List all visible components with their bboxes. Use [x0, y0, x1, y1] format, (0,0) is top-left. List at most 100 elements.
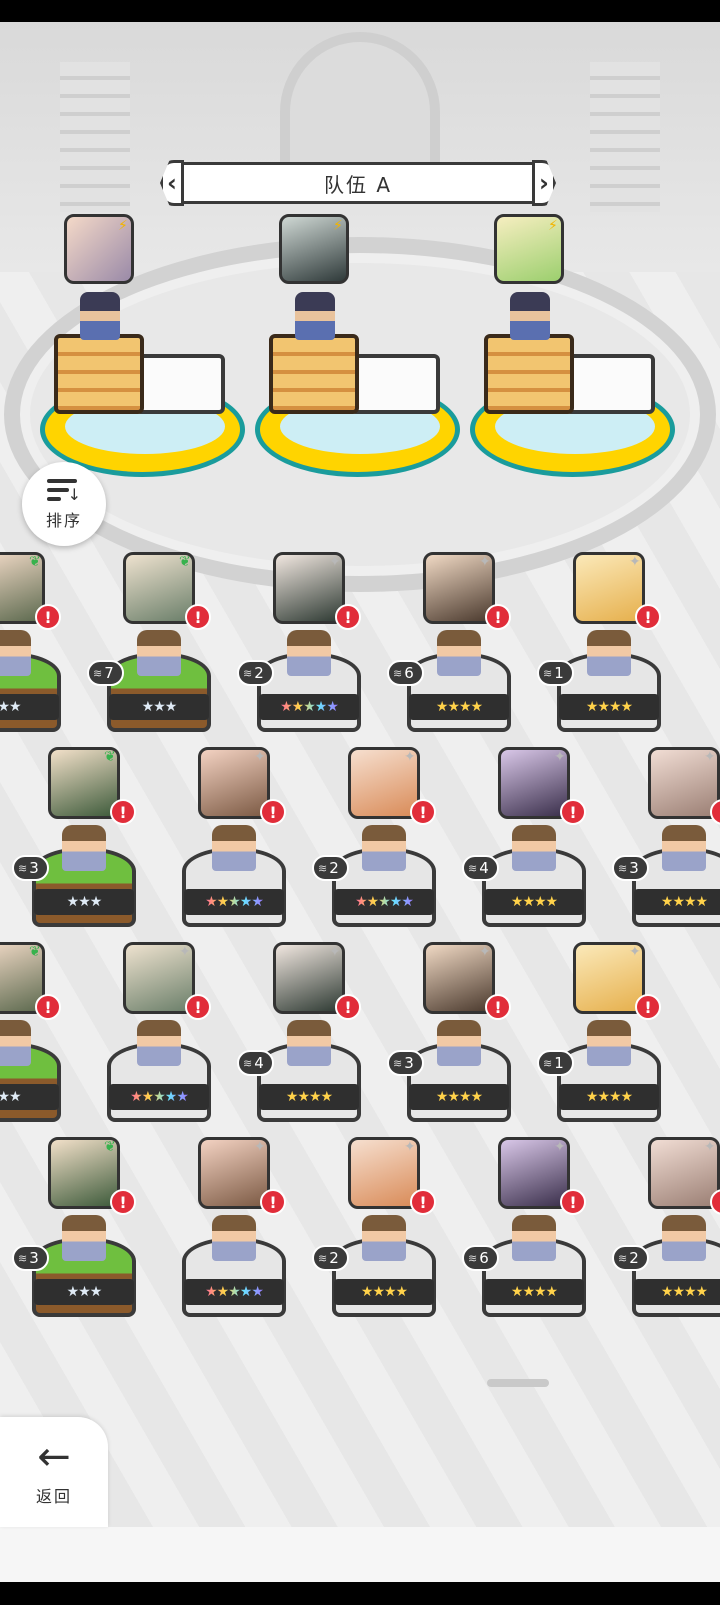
star-icons: ★★★★	[285, 1089, 333, 1105]
sparkle-icon: ✦	[479, 944, 491, 960]
scroll-handle[interactable]	[487, 1379, 549, 1387]
star-icons: ★★	[0, 699, 22, 715]
alert-icon: !	[560, 1189, 586, 1215]
team-slot-1[interactable]: ⚡	[40, 214, 250, 484]
temple-pillar	[590, 62, 660, 212]
level-badge: ≋ 4	[237, 1050, 274, 1076]
alert-icon: !	[110, 799, 136, 825]
stack-icon: ≋	[318, 861, 328, 875]
sparkle-icon: ✦	[629, 554, 641, 570]
hero-card[interactable]: ≋ 4 ★★★★ ✦ !	[237, 942, 381, 1142]
alert-icon: !	[635, 994, 661, 1020]
level-value: 1	[554, 664, 564, 682]
prev-team-button[interactable]: ‹	[160, 160, 184, 206]
leaf-icon: ❦	[104, 1139, 116, 1155]
hero-sprite	[587, 1020, 631, 1066]
hero-card[interactable]: ≋2 ★★★★ ✦ !	[312, 1137, 456, 1337]
star-rating: ★★★★★	[334, 889, 434, 915]
hero-card[interactable]: ≋ 2 ★★★★★ ✦ !	[237, 552, 381, 752]
bolt-icon: ⚡	[118, 218, 128, 234]
level-badge: ≋ 7	[87, 660, 124, 686]
hero-card[interactable]: ★★ ❦ !	[0, 942, 81, 1142]
stack-icon: ≋	[18, 861, 28, 875]
team-slot-3[interactable]: ⚡	[470, 214, 680, 484]
hero-card[interactable]: ★★★★★ ✦ !	[170, 1137, 306, 1337]
alert-icon: !	[185, 994, 211, 1020]
alert-icon: !	[35, 604, 61, 630]
hero-sprite	[587, 630, 631, 676]
level-value: 2	[629, 1249, 639, 1267]
hero-sprite	[80, 292, 120, 340]
sparkle-icon: ✦	[629, 944, 641, 960]
hero-card[interactable]: ≋3 ★★★★ ✦ !	[387, 942, 531, 1142]
bolt-icon: ⚡	[548, 218, 558, 234]
hero-card[interactable]: ≋ 2 ★★★★★ ✦ !	[312, 747, 456, 947]
stack-icon: ≋	[468, 861, 478, 875]
star-rating: ★★★★	[259, 1084, 359, 1110]
hero-card[interactable]: ≋ 3 ★★★ ❦ !	[12, 1137, 156, 1337]
level-value: 1	[554, 1054, 564, 1072]
level-badge: ≋ 3	[12, 1245, 49, 1271]
star-rating: ★★★★★	[109, 1084, 209, 1110]
next-team-button[interactable]: ›	[532, 160, 556, 206]
star-rating: ★★★★	[334, 1279, 434, 1305]
star-icons: ★★★★	[435, 699, 483, 715]
star-rating: ★★★	[34, 1279, 134, 1305]
hero-card[interactable]: ★★ ❦ !	[0, 552, 81, 752]
stack-icon: ≋	[318, 1251, 328, 1265]
hero-sprite	[510, 292, 550, 340]
sort-label: 排序	[45, 511, 82, 530]
hero-card[interactable]: ★★★★★ ✦ !	[170, 747, 306, 947]
alert-icon: !	[560, 799, 586, 825]
sparkle-icon: ✦	[179, 944, 191, 960]
hero-card[interactable]: ★★★★★ ✦ !	[95, 942, 231, 1142]
star-rating: ★★★★	[409, 694, 509, 720]
hero-card[interactable]: ≋ 7 ★★★ ❦ !	[87, 552, 231, 752]
star-icons: ★★★★★	[130, 1089, 189, 1105]
hero-card[interactable]: ≋ 6 ★★★★ ✦ !	[462, 1137, 606, 1337]
back-button[interactable]: ← 返回	[0, 1417, 108, 1527]
hero-sprite	[0, 630, 31, 676]
temple-arch	[280, 32, 440, 172]
hero-sprite	[295, 292, 335, 340]
hero-sprite	[0, 1020, 31, 1066]
hero-card[interactable]: ≋ 4 ★★★★ ✦ !	[462, 747, 606, 947]
star-rating: ★★★★	[409, 1084, 509, 1110]
status-bar	[0, 0, 720, 22]
leaf-icon: ❦	[179, 554, 191, 570]
sort-icon: ↓	[47, 477, 81, 503]
hero-card[interactable]: ≋ 1 ★★★★ ✦ !	[537, 552, 681, 752]
hero-card[interactable]: ≋2 ★★★★ ✦ !	[612, 1137, 720, 1337]
leaf-icon: ❦	[104, 749, 116, 765]
hero-card[interactable]: ≋ 6 ★★★★ ✦ !	[387, 552, 531, 752]
hero-card[interactable]: ≋ 3 ★★★ ❦ !	[12, 747, 156, 947]
hero-sprite	[287, 630, 331, 676]
sparkle-icon: ✦	[254, 749, 266, 765]
level-value: 2	[329, 1249, 339, 1267]
team-slot-2[interactable]: ⚡	[255, 214, 465, 484]
hero-sprite	[362, 1215, 406, 1261]
leaf-icon: ❦	[29, 554, 41, 570]
slot-block	[350, 354, 440, 414]
level-badge: ≋ 3	[612, 855, 649, 881]
hero-sprite	[662, 825, 706, 871]
hero-card[interactable]: ≋ 1 ★★★★ ✦ !	[537, 942, 681, 1142]
sparkle-icon: ✦	[704, 749, 716, 765]
hero-sprite	[512, 1215, 556, 1261]
star-rating: ★★★★	[634, 1279, 720, 1305]
alert-icon: !	[110, 1189, 136, 1215]
game-scene: ‹ 队伍 A › ⚡ ⚡ ⚡ ↓ 排序 ★★ ❦ ! ≋ 7 ★★★ ❦ ! ≋…	[0, 22, 720, 1582]
stack-icon: ≋	[543, 1056, 553, 1070]
level-badge: ≋ 1	[537, 1050, 574, 1076]
sort-button[interactable]: ↓ 排序	[22, 462, 106, 546]
star-icons: ★★★	[66, 1284, 103, 1300]
star-icons: ★★★★	[435, 1089, 483, 1105]
slot-crate	[54, 334, 144, 414]
stack-icon: ≋	[468, 1251, 478, 1265]
sparkle-icon: ✦	[329, 944, 341, 960]
back-label: 返回	[35, 1487, 72, 1506]
hero-card[interactable]: ≋3 ★★★★ ✦ !	[612, 747, 720, 947]
level-value: 3	[29, 859, 39, 877]
alert-icon: !	[410, 799, 436, 825]
hero-sprite	[62, 825, 106, 871]
